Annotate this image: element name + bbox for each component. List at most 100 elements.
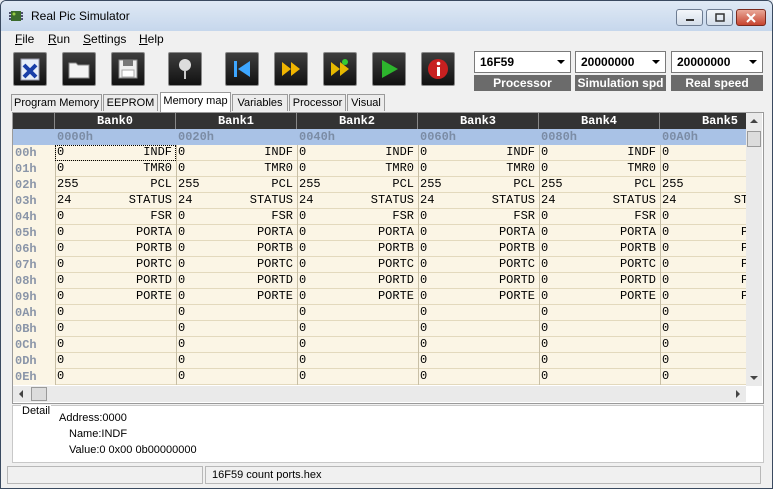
memory-cell[interactable]: 0FSR [418,209,539,225]
memory-cell[interactable]: 0PORTE [176,289,297,305]
memory-cell[interactable]: 24 STATUS [55,193,176,209]
memory-cell[interactable]: 0INDF [539,145,660,161]
memory-cell[interactable]: 0 [297,369,418,385]
memory-cell[interactable]: 0 PORTB [297,241,418,257]
scroll-left-button[interactable] [13,386,29,402]
memory-cell[interactable]: 0 [176,305,297,321]
memory-cell[interactable]: 0 PORTC [418,257,539,273]
memory-cell[interactable]: 0 [539,321,660,337]
memory-cell[interactable]: 255PCL [418,177,539,193]
scroll-right-button[interactable] [730,386,746,402]
minimize-button[interactable] [676,9,703,26]
memory-cell[interactable]: 255PCL [539,177,660,193]
memory-cell[interactable]: 24 STATUS [297,193,418,209]
memory-cell[interactable]: 0 PORTC [539,257,660,273]
memory-cell[interactable]: 255PCL [660,177,746,193]
memory-cell[interactable]: 0INDF [176,145,297,161]
memory-cell[interactable]: 0INDF [418,145,539,161]
memory-cell[interactable]: 0 [297,337,418,353]
memory-cell[interactable]: 0 [660,305,746,321]
memory-cell[interactable]: 24 STATUS [176,193,297,209]
memory-cell[interactable]: 255PCL [55,177,176,193]
memory-cell[interactable]: 0 PORTD [176,273,297,289]
step-over-button[interactable] [323,52,357,86]
memory-cell[interactable]: 0 [176,321,297,337]
memory-cell[interactable]: 0TMR0 [418,161,539,177]
memory-cell[interactable]: 0 [176,337,297,353]
memory-cell[interactable]: 24 STATUS [660,193,746,209]
memory-cell[interactable]: 24 STATUS [539,193,660,209]
memory-cell[interactable]: 0INDF [660,145,746,161]
maximize-button[interactable] [706,9,733,26]
memory-cell[interactable]: 0PORTA [418,225,539,241]
memory-cell[interactable]: 0 [55,321,176,337]
processor-select[interactable]: 16F59 [474,51,571,73]
memory-cell[interactable]: 0 PORTB [539,241,660,257]
memory-cell[interactable]: 0 [55,353,176,369]
memory-cell[interactable]: 0PORTE [539,289,660,305]
step-forward-button[interactable] [274,52,308,86]
run-button[interactable] [372,52,406,86]
memory-cell[interactable]: 255PCL [176,177,297,193]
reset-button[interactable] [225,52,259,86]
menu-help[interactable]: Help [139,32,164,46]
vertical-scroll-thumb[interactable] [747,131,761,147]
memory-cell[interactable]: 0 [176,369,297,385]
memory-cell[interactable]: 0PORTE [660,289,746,305]
memory-cell[interactable]: 0PORTA [176,225,297,241]
memory-cell[interactable]: 0 [418,305,539,321]
memory-cell[interactable]: 0TMR0 [55,161,176,177]
memory-cell[interactable]: 0 PORTB [55,241,176,257]
real-speed-select[interactable]: 20000000 [671,51,763,73]
memory-cell[interactable]: 0PORTE [55,289,176,305]
scroll-up-button[interactable] [746,113,762,129]
memory-cell[interactable]: 0PORTA [539,225,660,241]
simulation-speed-select[interactable]: 20000000 [575,51,666,73]
memory-cell[interactable]: 0 PORTC [176,257,297,273]
memory-cell[interactable]: 0 PORTB [418,241,539,257]
memory-cell[interactable]: 0PORTA [55,225,176,241]
memory-cell[interactable]: 0 [418,321,539,337]
memory-cell[interactable]: 0FSR [55,209,176,225]
tab-memory-map[interactable]: Memory map [160,92,231,112]
memory-cell[interactable]: 0 PORTD [297,273,418,289]
memory-cell[interactable]: 0PORTA [297,225,418,241]
memory-cell[interactable]: 0 [660,337,746,353]
memory-cell[interactable]: 0 [539,353,660,369]
memory-cell[interactable]: 0TMR0 [539,161,660,177]
memory-cell[interactable]: 0PORTE [418,289,539,305]
memory-cell[interactable]: 0 [55,305,176,321]
memory-cell[interactable]: 0 [297,321,418,337]
memory-cell[interactable]: 0 [660,353,746,369]
memory-cell[interactable]: 0TMR0 [176,161,297,177]
memory-cell[interactable]: 0FSR [660,209,746,225]
open-button[interactable] [62,52,96,86]
memory-cell[interactable]: 0FSR [297,209,418,225]
memory-cell[interactable]: 0 [539,369,660,385]
memory-cell[interactable]: 0 PORTB [176,241,297,257]
close-file-button[interactable] [13,52,47,86]
breakpoint-button[interactable] [168,52,202,86]
memory-cell[interactable]: 0TMR0 [660,161,746,177]
memory-cell[interactable]: 0 [297,305,418,321]
memory-cell[interactable]: 0 PORTD [55,273,176,289]
memory-cell[interactable]: 0 [55,337,176,353]
close-button[interactable] [736,9,766,26]
memory-cell[interactable]: 0 [418,337,539,353]
memory-cell[interactable]: 0FSR [176,209,297,225]
tab-program-memory[interactable]: Program Memory [11,94,102,111]
memory-cell[interactable]: 0 PORTC [55,257,176,273]
memory-cell[interactable]: 0PORTA [660,225,746,241]
memory-cell[interactable]: 0 [539,305,660,321]
tab-eeprom[interactable]: EEPROM [103,94,158,111]
memory-cell[interactable]: 0 [660,321,746,337]
memory-cell[interactable]: 0 PORTD [539,273,660,289]
memory-cell[interactable]: 0FSR [539,209,660,225]
memory-cell[interactable]: 0 PORTD [418,273,539,289]
scroll-down-button[interactable] [746,370,762,386]
menu-run[interactable]: Run [48,32,70,46]
horizontal-scrollbar[interactable] [13,386,746,402]
memory-cell[interactable]: 0 [297,353,418,369]
horizontal-scroll-thumb[interactable] [31,387,47,401]
memory-cell[interactable]: 255PCL [297,177,418,193]
